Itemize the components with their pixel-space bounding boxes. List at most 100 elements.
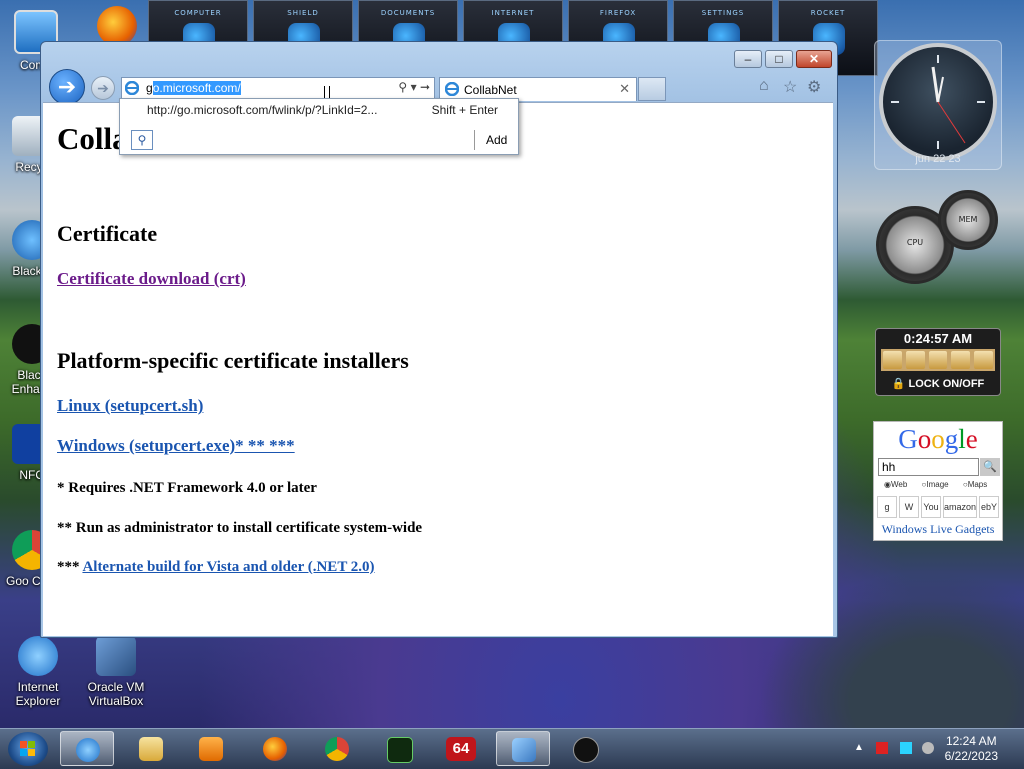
clock-caption: jun 22 23 [915,153,961,165]
note-alternate-prefix: *** [57,559,80,575]
google-search-input[interactable]: hh [878,458,979,476]
radio-web[interactable]: ◉Web [884,480,913,489]
new-tab-button[interactable] [638,77,666,101]
search-icon[interactable]: ⚲ [398,80,407,94]
ie-icon [125,81,139,95]
google-search-button[interactable]: 🔍 [980,458,1000,476]
certificate-download-link[interactable]: Certificate download (crt) [57,269,246,289]
taskbar-64bit-app[interactable]: 64 [434,731,488,766]
taskbar-black-app[interactable] [558,731,612,766]
volume-icon[interactable] [922,742,934,754]
internet-explorer-desktop-icon[interactable]: Internet Explorer [6,636,70,708]
linux-installer-link[interactable]: Linux (setupcert.sh) [57,396,203,416]
firefox-icon [97,6,137,46]
page-title: Colla [57,121,128,156]
show-hidden-icons-icon[interactable]: ▲ [854,742,866,754]
taskbar-firefox[interactable] [248,731,302,766]
lock-gadget-button[interactable] [974,351,993,369]
lock-gadget-button[interactable] [883,351,902,369]
mem-gauge-label: MEM [958,214,978,224]
tile-label: DOCUMENTS [380,9,436,17]
mem-gauge-icon: MEM [938,190,998,250]
site-youtube[interactable]: You [921,496,941,518]
tray-time: 12:24 AM [945,734,997,748]
google-search-type: ◉Web ○Image ○Maps [884,480,999,489]
tile-label: ROCKET [810,9,846,17]
autocomplete-suggestion[interactable]: http://go.microsoft.com/fwlink/p/?LinkId… [147,103,377,117]
gear-icon[interactable]: ⚙ [807,77,821,97]
address-selection: o.microsoft.com/ [152,81,241,95]
close-button[interactable]: ✕ [796,50,832,68]
lock-gadget-button[interactable] [951,351,971,369]
system-tray: ▲ 12:24 AM 6/22/2023 [834,729,1024,769]
site-amazon[interactable]: amazon [943,496,978,518]
taskbar-network-app[interactable] [496,731,550,766]
lock-toggle-label: LOCK ON/OFF [908,378,985,390]
minimize-button[interactable]: – [734,50,762,68]
flag-icon[interactable] [876,742,888,754]
taskbar-file-explorer[interactable] [124,731,178,766]
site-ebay[interactable]: ebY [979,496,1000,518]
chevron-down-icon[interactable]: ▾ [411,80,417,94]
slash-icon [573,737,599,763]
taskbar-console[interactable] [372,731,426,766]
lock-gadget-button[interactable] [905,351,925,369]
platform-installers-heading: Platform-specific certificate installers [57,348,409,373]
google-search-gadget: Google hh 🔍 ◉Web ○Image ○Maps g W You am… [873,421,1003,541]
address-input[interactable]: go.microsoft.com/ [146,81,241,95]
internet-explorer-label: Internet Explorer [15,680,61,708]
address-bar[interactable]: go.microsoft.com/ ⚲ ▾ ➞ [121,77,435,99]
radio-maps[interactable]: ○Maps [963,480,993,489]
sixty-four-icon: 64 [446,737,476,761]
add-search-provider-button[interactable]: Add [486,133,507,147]
radio-maps-label: Maps [967,480,988,489]
cpu-meter-gadget[interactable]: CPU MEM [874,188,1004,288]
autocomplete-shortcut-hint: Shift + Enter [431,103,498,117]
radio-image-label: Image [926,480,949,489]
lock-toggle[interactable]: 🔒 LOCK ON/OFF [876,377,1000,390]
windows-live-gadgets-link[interactable]: Windows Live Gadgets [874,522,1002,537]
lock-gadget-buttons [881,349,995,371]
lock-gadget-button[interactable] [928,351,948,369]
radio-web-label: Web [890,480,908,489]
site-google[interactable]: g [877,496,897,518]
start-button[interactable] [8,732,48,766]
taskbar-internet-explorer[interactable] [60,731,114,766]
network-tray-icon[interactable] [900,742,912,754]
taskbar: 64 ▲ 12:24 AM 6/22/2023 [0,728,1024,769]
clock-hands-icon [891,55,985,149]
taskbar-chrome[interactable] [310,731,364,766]
clock-gadget[interactable]: jun 22 23 [874,40,1002,170]
virtualbox-desktop-icon[interactable]: Oracle VM VirtualBox [84,636,148,708]
firefox-icon [263,737,287,761]
search-provider-icon[interactable]: ⚲ [131,130,153,150]
radio-image[interactable]: ○Image [922,480,955,489]
home-icon[interactable]: ⌂ [759,77,769,95]
windows-installer-link[interactable]: Windows (setupcert.exe)* ** *** [57,436,295,456]
folder-icon [139,737,163,761]
ie-icon [76,738,100,762]
tab-label: CollabNet [464,83,517,97]
lock-gadget[interactable]: 0:24:57 AM 🔒 LOCK ON/OFF [875,328,1001,396]
forward-button[interactable]: ➔ [91,76,115,100]
chrome-icon [325,737,349,761]
virtualbox-label: Oracle VM VirtualBox [87,680,145,708]
go-arrow-icon[interactable]: ➞ [420,80,430,94]
taskbar-media-player[interactable] [184,731,238,766]
virtualbox-icon [96,636,136,676]
back-button[interactable]: ➔ [49,69,85,105]
page-content: Colla Certificate Certificate download (… [43,102,833,636]
clock-tray[interactable]: 12:24 AM 6/22/2023 [945,734,998,764]
site-wikipedia[interactable]: W [899,496,919,518]
ie-icon [445,82,459,96]
clock-face-icon [879,43,997,161]
close-tab-icon[interactable]: ✕ [619,81,630,97]
maximize-button[interactable]: □ [765,50,793,68]
note-run-as-admin: ** Run as administrator to install certi… [57,520,423,536]
certificate-heading: Certificate [57,221,158,246]
dropdown-divider [474,130,475,150]
network-icon [512,738,536,762]
alternate-build-link[interactable]: Alternate build for Vista and older (.NE… [82,559,374,575]
favorites-star-icon[interactable]: ☆ [783,77,797,97]
address-tools: ⚲ ▾ ➞ [398,80,430,94]
